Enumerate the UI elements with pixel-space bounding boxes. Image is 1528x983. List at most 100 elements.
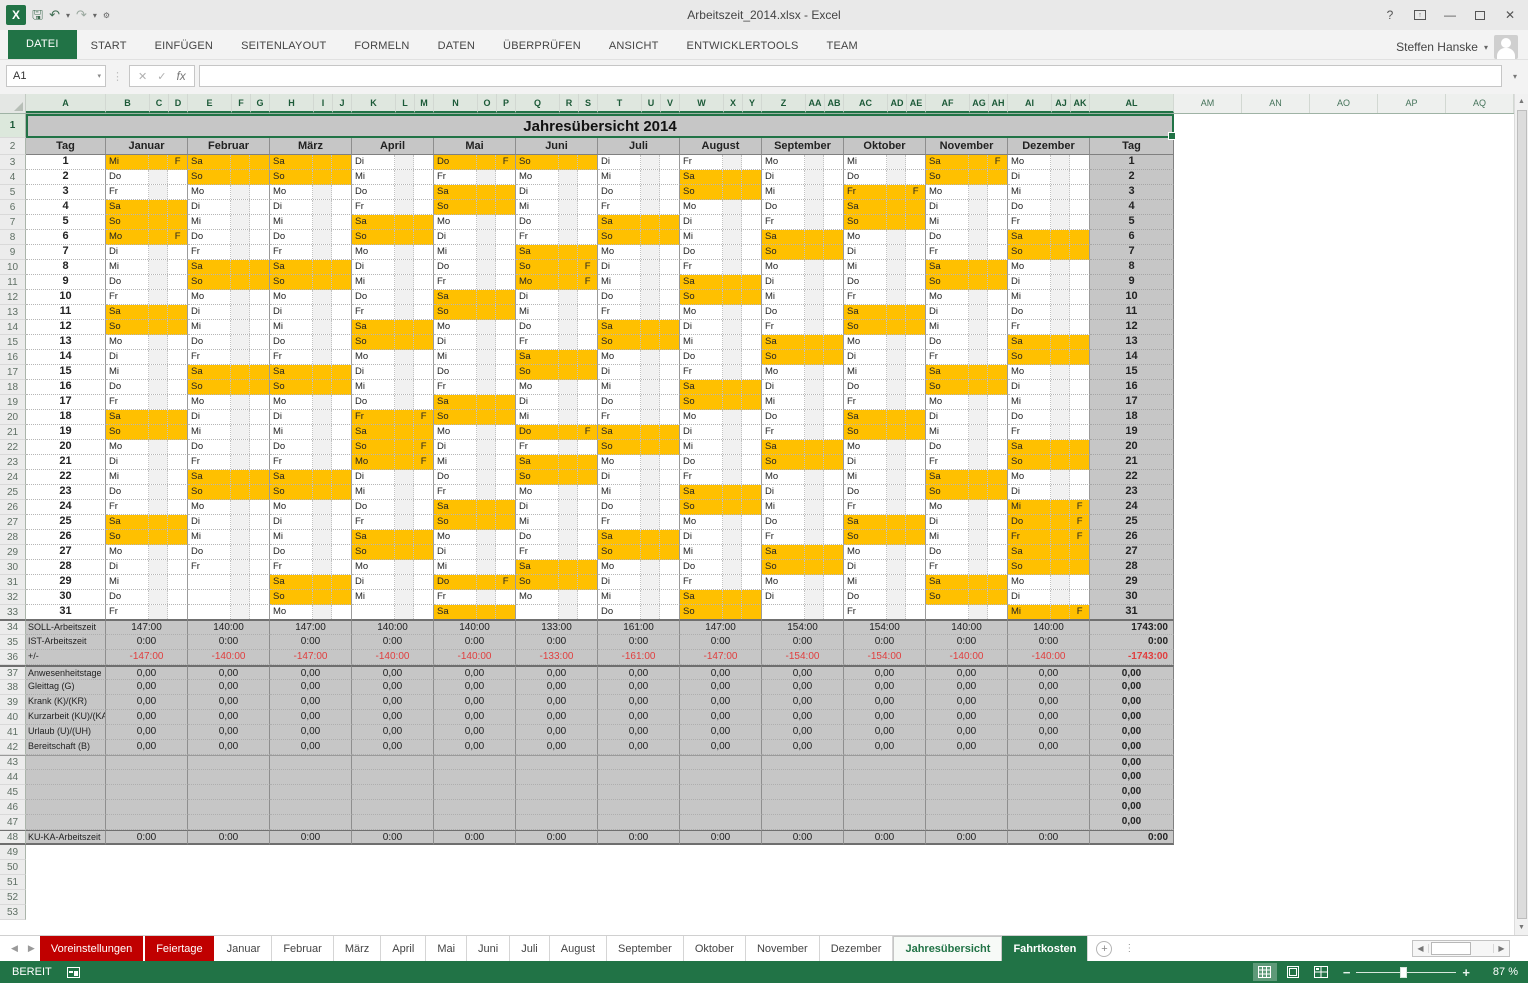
day-number-cell[interactable]: 7 <box>26 245 106 260</box>
month-day-cell[interactable]: Mi <box>352 485 434 500</box>
month-day-cell[interactable]: Sa <box>188 470 270 485</box>
column-header-cell[interactable]: AB <box>825 94 844 113</box>
summary-empty-cell[interactable] <box>270 755 352 770</box>
vertical-scroll-thumb[interactable] <box>1517 110 1527 919</box>
month-day-cell[interactable]: Fr <box>434 170 516 185</box>
month-day-cell[interactable]: Mo <box>352 560 434 575</box>
month-day-cell[interactable]: Fr <box>352 515 434 530</box>
month-day-cell[interactable]: So <box>1008 350 1090 365</box>
summary-value-cell[interactable]: 0:00 <box>762 635 844 650</box>
summary-label-cell[interactable] <box>26 815 106 830</box>
month-day-cell[interactable]: Do <box>106 380 188 395</box>
row-header-cell[interactable]: 53 <box>0 905 26 920</box>
month-day-cell[interactable]: So <box>762 560 844 575</box>
month-day-cell[interactable]: Do <box>680 350 762 365</box>
summary-value-cell[interactable]: 0,00 <box>434 680 516 695</box>
month-day-cell[interactable]: Mo <box>1008 260 1090 275</box>
name-box-dropdown-icon[interactable]: ▾ <box>97 72 105 80</box>
sheet-tab-juni[interactable]: Juni <box>467 936 510 961</box>
row-header-cell[interactable]: 47 <box>0 815 26 830</box>
month-day-cell[interactable]: Di <box>762 275 844 290</box>
summary-empty-cell[interactable] <box>926 800 1008 815</box>
summary-empty-cell[interactable] <box>926 815 1008 830</box>
month-day-cell[interactable]: Fr <box>926 560 1008 575</box>
summary-value-cell[interactable]: 0,00 <box>598 665 680 680</box>
summary-empty-cell[interactable] <box>188 785 270 800</box>
row-header-cell[interactable]: 32 <box>0 590 26 605</box>
summary-empty-cell[interactable] <box>352 770 434 785</box>
sheet-tab-november[interactable]: November <box>746 936 820 961</box>
summary-value-cell[interactable]: 0,00 <box>352 680 434 695</box>
month-day-cell[interactable]: Fr <box>762 530 844 545</box>
month-day-cell[interactable]: Do <box>844 380 926 395</box>
month-day-cell[interactable] <box>926 605 1008 620</box>
month-day-cell[interactable]: Mo <box>188 395 270 410</box>
account-dropdown-icon[interactable]: ▾ <box>1484 43 1488 52</box>
month-day-cell[interactable]: So <box>598 440 680 455</box>
summary-total-cell[interactable]: 0:00 <box>1090 635 1174 650</box>
summary-empty-cell[interactable] <box>680 755 762 770</box>
month-day-cell[interactable]: Do <box>352 395 434 410</box>
kuka-value-cell[interactable]: 0:00 <box>188 830 270 845</box>
month-day-cell[interactable]: Mo <box>352 350 434 365</box>
month-day-cell[interactable]: Sa <box>680 380 762 395</box>
summary-value-cell[interactable]: 0:00 <box>434 635 516 650</box>
tag-header-cell-right[interactable]: Tag <box>1090 138 1174 155</box>
month-day-cell[interactable]: Sa <box>270 470 352 485</box>
column-header-cell[interactable]: AE <box>907 94 926 113</box>
summary-value-cell[interactable]: 0:00 <box>516 635 598 650</box>
tab-scroll-right-icon[interactable]: ▶ <box>23 943 40 954</box>
row-header-cell[interactable]: 52 <box>0 890 26 905</box>
month-day-cell[interactable]: Di <box>352 365 434 380</box>
row-header-cell[interactable]: 15 <box>0 335 26 350</box>
month-day-cell[interactable]: Sa <box>680 590 762 605</box>
tag-number-cell[interactable]: 1 <box>1090 155 1174 170</box>
month-day-cell[interactable]: Di <box>1008 590 1090 605</box>
kuka-value-cell[interactable]: 0:00 <box>516 830 598 845</box>
summary-empty-cell[interactable] <box>270 815 352 830</box>
month-day-cell[interactable]: Di <box>188 410 270 425</box>
summary-empty-cell[interactable] <box>844 770 926 785</box>
ribbon-tab-team[interactable]: TEAM <box>813 33 872 59</box>
column-header-cell[interactable]: B <box>106 94 150 113</box>
summary-empty-cell[interactable] <box>762 800 844 815</box>
summary-value-cell[interactable]: 0:00 <box>680 635 762 650</box>
summary-value-cell[interactable]: 154:00 <box>762 620 844 635</box>
month-day-cell[interactable]: Fr <box>680 470 762 485</box>
zoom-in-icon[interactable]: + <box>1462 965 1470 980</box>
summary-value-cell[interactable]: 0,00 <box>926 680 1008 695</box>
month-day-cell[interactable]: Fr <box>434 590 516 605</box>
month-day-cell[interactable]: Di <box>926 515 1008 530</box>
sheet-tab-februar[interactable]: Februar <box>272 936 334 961</box>
month-day-cell[interactable]: Sa <box>106 305 188 320</box>
month-day-cell[interactable]: Fr <box>762 215 844 230</box>
tag-number-cell[interactable]: 31 <box>1090 605 1174 620</box>
column-header-cell[interactable]: AN <box>1242 94 1310 113</box>
month-day-cell[interactable]: Mi <box>106 575 188 590</box>
row-header-cell[interactable]: 5 <box>0 185 26 200</box>
summary-empty-cell[interactable] <box>516 770 598 785</box>
summary-empty-cell[interactable] <box>434 770 516 785</box>
summary-empty-cell[interactable] <box>516 800 598 815</box>
month-day-cell[interactable]: Di <box>516 185 598 200</box>
day-number-cell[interactable]: 13 <box>26 335 106 350</box>
summary-value-cell[interactable]: 0,00 <box>106 740 188 755</box>
kuka-value-cell[interactable]: 0:00 <box>352 830 434 845</box>
month-day-cell[interactable]: Do <box>1008 410 1090 425</box>
tag-number-cell[interactable]: 29 <box>1090 575 1174 590</box>
month-header-cell[interactable]: Juli <box>598 138 680 155</box>
summary-value-cell[interactable]: 0,00 <box>926 740 1008 755</box>
ribbon-tab-start[interactable]: START <box>77 33 141 59</box>
month-day-cell[interactable]: Di <box>762 380 844 395</box>
kuka-value-cell[interactable]: 0:00 <box>1008 830 1090 845</box>
row-header-cell[interactable]: 33 <box>0 605 26 620</box>
month-day-cell[interactable]: So <box>270 275 352 290</box>
month-day-cell[interactable]: Mo <box>680 200 762 215</box>
month-header-cell[interactable]: August <box>680 138 762 155</box>
month-day-cell[interactable]: Sa <box>352 320 434 335</box>
tag-number-cell[interactable]: 21 <box>1090 455 1174 470</box>
ribbon-tab-entwicklertools[interactable]: ENTWICKLERTOOLS <box>673 33 813 59</box>
row-header-cell[interactable]: 48 <box>0 830 26 845</box>
summary-value-cell[interactable]: 0,00 <box>680 680 762 695</box>
month-day-cell[interactable]: Do <box>188 545 270 560</box>
